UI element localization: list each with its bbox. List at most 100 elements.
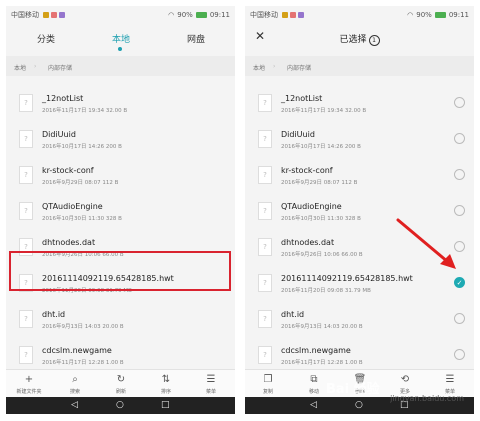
- more-button[interactable]: ⟲ 更多: [385, 373, 425, 395]
- file-name: dhtnodes.dat: [281, 238, 335, 247]
- file-meta: 2016年9月26日 10:06 66.00 B: [281, 252, 363, 258]
- selection-header: ✕ 已选择 1: [245, 24, 474, 52]
- tab-local[interactable]: 本地: [91, 32, 151, 45]
- sort-icon: ⇅: [161, 374, 171, 385]
- list-item[interactable]: ? kr-stock-conf 2016年9月29日 08:07 112 B: [245, 157, 474, 193]
- breadcrumb: 本地 › 内部存储: [6, 56, 235, 76]
- list-item[interactable]: ? dht.id 2016年9月13日 14:03 20.00 B: [245, 301, 474, 337]
- copy-icon: ❐: [263, 374, 273, 385]
- checkbox[interactable]: [454, 169, 465, 180]
- file-name: dht.id: [281, 310, 305, 319]
- selection-title-text: 已选择: [339, 35, 367, 45]
- file-icon: ?: [19, 166, 33, 184]
- list-item[interactable]: ? DidiUuid 2016年10月17日 14:26 200 B: [245, 121, 474, 157]
- list-item[interactable]: ? kr-stock-conf 2016年9月29日 08:07 112 B: [6, 157, 235, 193]
- menu-button[interactable]: ☰ 菜单: [191, 373, 231, 395]
- battery-percent: 90%: [177, 11, 193, 19]
- battery-percent: 90%: [416, 11, 432, 19]
- breadcrumb-internal-storage[interactable]: 内部存储: [287, 63, 311, 72]
- file-name: _12notList: [42, 94, 84, 103]
- bottom-toolbar: + 新建文件夹 ⌕ 搜索 ↻ 刷新 ⇅ 排序 ☰ 菜单: [6, 369, 235, 398]
- notification-icon: [282, 12, 288, 18]
- file-icon: ?: [19, 202, 33, 220]
- watermark-url: jingyan.baidu.com: [390, 394, 464, 403]
- file-meta: 2016年9月13日 14:03 20.00 B: [281, 324, 363, 330]
- notification-icon: [290, 12, 296, 18]
- clock: 09:11: [209, 11, 230, 19]
- refresh-icon: ↻: [116, 374, 126, 385]
- checkbox[interactable]: [454, 313, 465, 324]
- toolbar-label: 复制: [262, 389, 273, 395]
- file-meta: 2016年11月17日 12:28 1.00 B: [42, 360, 124, 366]
- file-icon: ?: [258, 238, 272, 256]
- checkbox[interactable]: [454, 349, 465, 360]
- checkbox[interactable]: [454, 133, 465, 144]
- watermark-logo: Bai 经验: [326, 382, 380, 397]
- breadcrumb-local[interactable]: 本地: [14, 63, 26, 72]
- search-icon: ⌕: [72, 374, 78, 385]
- wifi-icon: ◠: [168, 11, 175, 19]
- list-item[interactable]: ? DidiUuid 2016年10月17日 14:26 200 B: [6, 121, 235, 157]
- file-meta: 2016年10月30日 11:30 328 B: [281, 216, 361, 222]
- tab-cloud[interactable]: 网盘: [166, 32, 226, 45]
- copy-button[interactable]: ❐ 复制: [248, 373, 288, 395]
- file-name: kr-stock-conf: [281, 166, 333, 175]
- file-meta: 2016年9月29日 08:07 112 B: [281, 180, 358, 186]
- list-item[interactable]: ? _12notList 2016年11月17日 19:34 32.00 B: [6, 85, 235, 121]
- carrier-label: 中国移动: [250, 11, 278, 19]
- file-name: dht.id: [42, 310, 66, 319]
- back-icon[interactable]: ◁: [71, 400, 78, 410]
- file-meta: 2016年11月20日 09:08 31.79 MB: [281, 288, 371, 294]
- file-list: ? _12notList 2016年11月17日 19:34 32.00 B ? Di…: [6, 85, 235, 373]
- file-meta: 2016年11月17日 19:34 32.00 B: [281, 108, 367, 114]
- checkbox[interactable]: [454, 97, 465, 108]
- file-icon: ?: [258, 166, 272, 184]
- right-phone-screen: 中国移动 ◠ 90% 09:11 ✕ 已选择 1 本地 › 内部存储 ? _12no…: [245, 6, 474, 414]
- battery-icon: [434, 12, 446, 18]
- list-item[interactable]: ? QTAudioEngine 2016年10月30日 11:30 328 B: [6, 193, 235, 229]
- list-item[interactable]: ? _12notList 2016年11月17日 19:34 32.00 B: [245, 85, 474, 121]
- list-item[interactable]: ? dht.id 2016年9月13日 14:03 20.00 B: [6, 301, 235, 337]
- notification-icon: [59, 12, 65, 18]
- file-meta: 2016年9月29日 08:07 112 B: [42, 180, 119, 186]
- file-name: cdcslm.newgame: [281, 346, 351, 355]
- menu-button[interactable]: ☰ 菜单: [430, 373, 470, 395]
- file-name: cdcslm.newgame: [42, 346, 112, 355]
- home-icon[interactable]: ○: [355, 400, 363, 410]
- refresh-button[interactable]: ↻ 刷新: [101, 373, 141, 395]
- tab-bar: 分类 本地 网盘: [6, 24, 235, 52]
- breadcrumb-internal-storage[interactable]: 内部存储: [48, 63, 72, 72]
- file-name: QTAudioEngine: [42, 202, 103, 211]
- tab-category[interactable]: 分类: [16, 32, 76, 45]
- wifi-icon: ◠: [407, 11, 414, 19]
- file-meta: 2016年11月17日 19:34 32.00 B: [42, 108, 128, 114]
- breadcrumb-separator: ›: [34, 63, 37, 70]
- list-item[interactable]: ? cdcslm.newgame 2016年11月17日 12:28 1.00 B: [245, 337, 474, 373]
- back-icon[interactable]: ◁: [310, 400, 317, 410]
- new-folder-button[interactable]: + 新建文件夹: [9, 373, 49, 395]
- file-name: _12notList: [281, 94, 323, 103]
- active-tab-indicator: [118, 47, 122, 51]
- checked-icon[interactable]: ✓: [454, 277, 465, 288]
- menu-icon: ☰: [445, 374, 455, 385]
- status-bar: 中国移动 ◠ 90% 09:11: [6, 6, 235, 24]
- list-item[interactable]: ? cdcslm.newgame 2016年11月17日 12:28 1.00 B: [6, 337, 235, 373]
- notification-icon: [298, 12, 304, 18]
- file-meta: 2016年10月17日 14:26 200 B: [42, 144, 122, 150]
- sort-button[interactable]: ⇅ 排序: [146, 373, 186, 395]
- recents-icon[interactable]: □: [161, 400, 170, 410]
- home-icon[interactable]: ○: [116, 400, 124, 410]
- notification-icon: [43, 12, 49, 18]
- file-icon: ?: [258, 94, 272, 112]
- toolbar-label: 菜单: [205, 389, 216, 395]
- file-meta: 2016年10月30日 11:30 328 B: [42, 216, 122, 222]
- selection-title: 已选择 1: [245, 32, 474, 46]
- status-bar: 中国移动 ◠ 90% 09:11: [245, 6, 474, 24]
- file-name: dhtnodes.dat: [42, 238, 96, 247]
- file-meta: 2016年10月17日 14:26 200 B: [281, 144, 361, 150]
- breadcrumb-local[interactable]: 本地: [253, 63, 265, 72]
- highlight-box: [9, 251, 231, 291]
- file-name: kr-stock-conf: [42, 166, 94, 175]
- search-button[interactable]: ⌕ 搜索: [55, 373, 95, 395]
- file-icon: ?: [19, 346, 33, 364]
